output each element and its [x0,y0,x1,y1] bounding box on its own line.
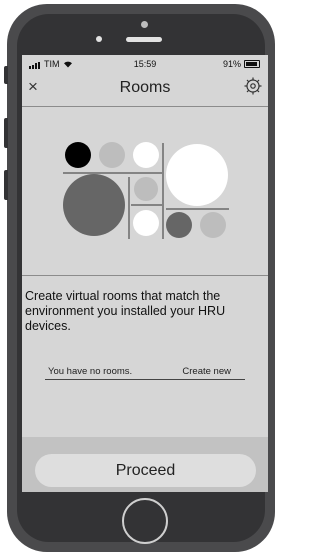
battery-icon [244,60,260,68]
sensor-dot [96,36,102,42]
rooms-illustration [63,142,229,239]
proceed-button[interactable]: Proceed [35,454,256,487]
side-button-volume-up [4,118,8,148]
rooms-description: Create virtual rooms that match the envi… [25,289,226,333]
illus-circle-light-2 [134,177,158,201]
illus-circle-white-large [166,144,228,206]
status-bar: TIM 15:59 91% [22,55,268,73]
create-new-link[interactable]: Create new [182,366,231,377]
footer-bar: Proceed [22,437,268,492]
gear-icon[interactable] [243,76,263,96]
illus-circle-dark-small [166,212,192,238]
page-title: Rooms [119,79,171,96]
illustration-divider [22,275,268,276]
illus-circle-light-3 [200,212,226,238]
home-button[interactable] [122,498,168,544]
earpiece-speaker [126,37,162,42]
no-rooms-text: You have no rooms. [48,366,133,377]
front-camera [141,21,148,28]
app-screen: TIM 15:59 91% × Rooms Create virtual roo… [22,55,268,492]
side-button-silent [4,66,8,84]
side-button-volume-down [4,170,8,200]
illus-circle-white-small-1 [133,142,159,168]
illus-circle-dark-large [63,174,125,236]
illus-circle-black [65,142,91,168]
status-right: 91% [223,59,260,69]
battery-percent: 91% [222,59,241,69]
illus-circle-light-1 [99,142,125,168]
nav-header: × Rooms [22,73,268,105]
rooms-status-row: You have no rooms. Create new [45,363,245,380]
illus-circle-white-small-2 [133,210,159,236]
